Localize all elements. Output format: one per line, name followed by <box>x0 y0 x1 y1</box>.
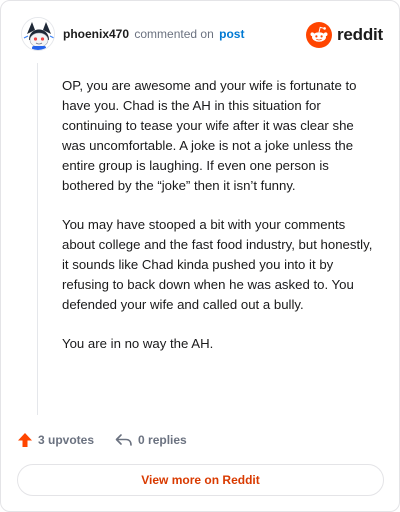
reddit-wordmark: reddit <box>336 25 383 44</box>
upvote-arrow-icon <box>18 433 32 447</box>
comment-paragraph: You may have stooped a bit with your com… <box>62 217 373 312</box>
comment-paragraph: You are in no way the AH. <box>62 336 214 351</box>
comment-header: phoenix470 commented on post reddit <box>15 15 387 55</box>
view-more-button[interactable]: View more on Reddit <box>17 464 384 496</box>
upvote-button[interactable]: 3 upvotes <box>17 432 94 448</box>
comment-actions: 3 upvotes 0 replies <box>17 429 187 451</box>
post-link[interactable]: post <box>219 27 244 41</box>
upvotes-count: 3 upvotes <box>38 433 95 447</box>
action-text: commented on <box>134 27 214 41</box>
replies-button[interactable]: 0 replies <box>115 432 187 448</box>
username-link[interactable]: phoenix470 <box>63 27 129 41</box>
thread-line <box>37 63 38 415</box>
reddit-brand[interactable]: reddit <box>305 22 383 48</box>
comment-paragraph: OP, you are awesome and your wife is for… <box>62 78 357 193</box>
comment-meta: phoenix470 commented on post <box>63 26 244 42</box>
replies-count: 0 replies <box>138 433 187 447</box>
snoo-avatar-icon[interactable] <box>21 17 55 51</box>
reddit-logo-icon <box>305 22 332 48</box>
reply-arrow-icon <box>115 434 132 446</box>
comment-body: OP, you are awesome and your wife is for… <box>62 76 380 373</box>
comment-embed-card: phoenix470 commented on post reddit OP, … <box>0 0 400 512</box>
